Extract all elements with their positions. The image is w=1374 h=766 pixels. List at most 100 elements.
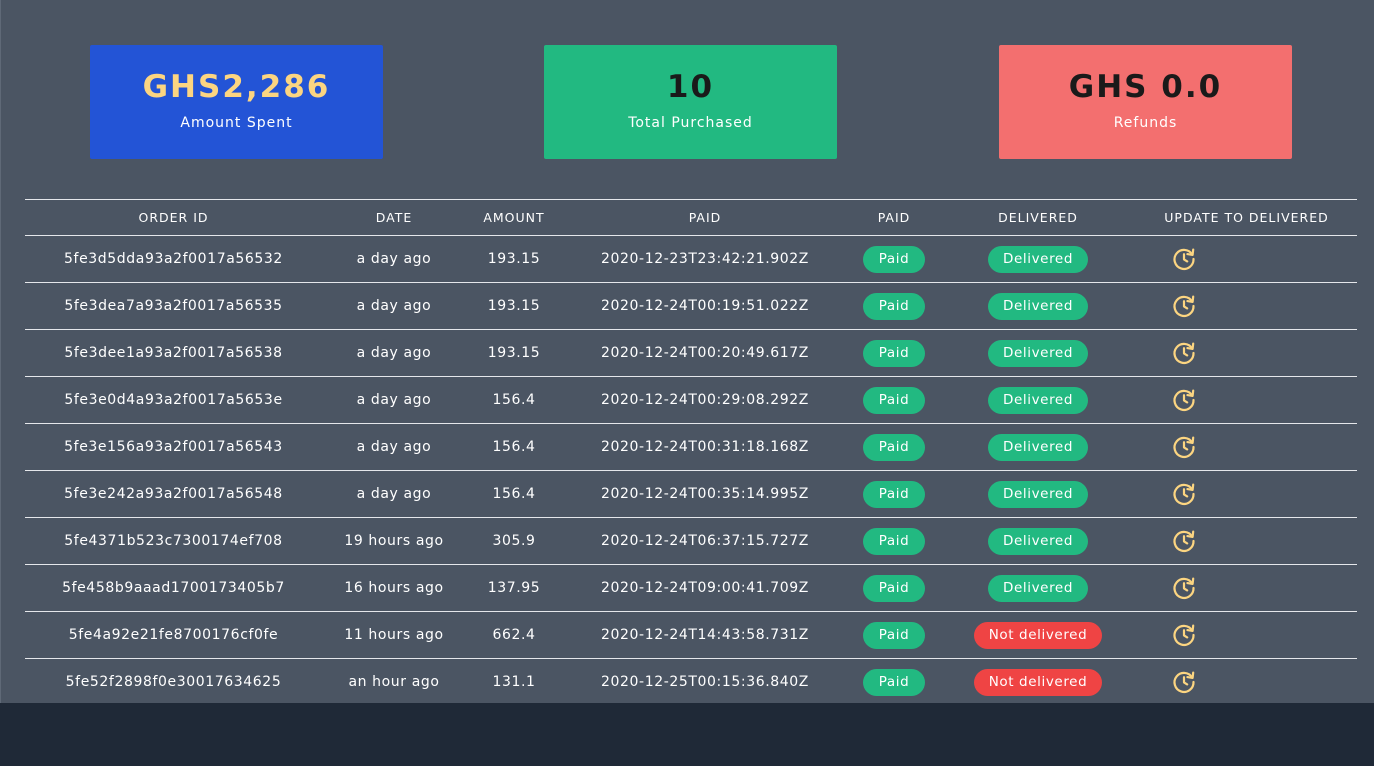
- amount-cell: 156.4: [492, 486, 536, 502]
- table-row: 5fe4371b523c7300174ef708 19 hours ago 305.…: [25, 518, 1357, 565]
- paid-at-cell: 2020-12-24T00:29:08.292Z: [601, 392, 809, 408]
- amount-spent-card: GHS2,286 Amount Spent: [90, 45, 383, 159]
- delivered-status-cell: Delivered: [940, 424, 1136, 471]
- order-id-cell: 5fe4a92e21fe8700176cf0fe: [68, 627, 279, 643]
- date-cell: a day ago: [356, 251, 432, 267]
- paid-at-cell: 2020-12-24T00:31:18.168Z: [601, 439, 809, 455]
- delivered-status-cell: Delivered: [940, 565, 1136, 612]
- refresh-clock-icon[interactable]: [1171, 434, 1197, 460]
- date-cell: 11 hours ago: [344, 627, 444, 643]
- order-id-cell: 5fe3d5dda93a2f0017a56532: [64, 251, 283, 267]
- paid-badge: Paid: [862, 668, 926, 696]
- paid-at-cell: 2020-12-24T14:43:58.731Z: [601, 627, 809, 643]
- order-id-cell: 5fe3dee1a93a2f0017a56538: [64, 345, 283, 361]
- delivered-status-cell: Delivered: [940, 518, 1136, 565]
- not-delivered-badge: Not delivered: [973, 668, 1103, 696]
- paid-at-cell: 2020-12-24T00:35:14.995Z: [601, 486, 809, 502]
- order-id-cell: 5fe4371b523c7300174ef708: [64, 533, 283, 549]
- amount-spent-label: Amount Spent: [180, 115, 293, 131]
- date-cell: 16 hours ago: [344, 580, 444, 596]
- paid-status-cell: Paid: [848, 424, 940, 471]
- refresh-clock-icon[interactable]: [1171, 387, 1197, 413]
- amount-cell: 193.15: [487, 345, 541, 361]
- refresh-clock-icon[interactable]: [1171, 481, 1197, 507]
- paid-at-cell: 2020-12-25T00:15:36.840Z: [601, 674, 809, 691]
- main-panel: GHS2,286 Amount Spent 10 Total Purchased…: [0, 0, 1374, 703]
- paid-badge: Paid: [862, 480, 926, 508]
- refresh-clock-icon[interactable]: [1171, 622, 1197, 648]
- footer-area: [0, 703, 1374, 766]
- refresh-clock-icon[interactable]: [1171, 246, 1197, 272]
- table-row: 5fe3dee1a93a2f0017a56538 a day ago 193.15 2…: [25, 330, 1357, 377]
- paid-status-cell: Paid: [848, 330, 940, 377]
- order-id-cell: 5fe3e0d4a93a2f0017a5653e: [64, 392, 283, 408]
- table-row: 5fe3dea7a93a2f0017a56535 a day ago 193.15 2…: [25, 283, 1357, 330]
- delivered-badge: Delivered: [987, 527, 1089, 555]
- table-row: 5fe4a92e21fe8700176cf0fe 11 hours ago 662.…: [25, 612, 1357, 659]
- paid-status-cell: Paid: [848, 283, 940, 330]
- update-cell: [1136, 659, 1357, 706]
- amount-cell: 193.15: [487, 251, 541, 267]
- not-delivered-badge: Not delivered: [973, 621, 1103, 649]
- date-cell: a day ago: [356, 345, 432, 361]
- order-id-cell: 5fe3dea7a93a2f0017a56535: [64, 298, 283, 314]
- order-id-cell: 5fe3e156a93a2f0017a56543: [64, 439, 283, 455]
- order-id-cell: 5fe52f2898f0e30017634625: [65, 674, 282, 691]
- update-cell: [1136, 424, 1357, 471]
- amount-cell: 131.1: [492, 674, 536, 691]
- paid-badge: Paid: [862, 621, 926, 649]
- amount-cell: 156.4: [492, 439, 536, 455]
- table-row: 5fe3e242a93a2f0017a56548 a day ago 156.4 20…: [25, 471, 1357, 518]
- update-cell: [1136, 330, 1357, 377]
- date-cell: a day ago: [356, 439, 432, 455]
- table-row: 5fe458b9aaad1700173405b7 16 hours ago 137.…: [25, 565, 1357, 612]
- refresh-clock-icon[interactable]: [1171, 575, 1197, 601]
- update-cell: [1136, 377, 1357, 424]
- amount-cell: 156.4: [492, 392, 536, 408]
- delivered-badge: Delivered: [987, 574, 1089, 602]
- paid-badge: Paid: [862, 527, 926, 555]
- date-cell: a day ago: [356, 486, 432, 502]
- total-purchased-value: 10: [666, 69, 715, 105]
- paid-at-cell: 2020-12-24T09:00:41.709Z: [601, 580, 809, 596]
- delivered-badge: Delivered: [987, 245, 1089, 273]
- header-delivered: DELIVERED: [998, 210, 1078, 225]
- delivered-badge: Delivered: [987, 386, 1089, 414]
- delivered-badge: Delivered: [987, 339, 1089, 367]
- header-paid-status: PAID: [877, 210, 911, 225]
- paid-badge: Paid: [862, 386, 926, 414]
- header-amount: AMOUNT: [483, 210, 545, 225]
- header-update-to-delivered: UPDATE TO DELIVERED: [1164, 210, 1329, 225]
- delivered-status-cell: Delivered: [940, 330, 1136, 377]
- update-cell: [1136, 471, 1357, 518]
- paid-status-cell: Paid: [848, 377, 940, 424]
- paid-badge: Paid: [862, 433, 926, 461]
- amount-spent-value: GHS2,286: [142, 69, 331, 105]
- amount-cell: 193.15: [487, 298, 541, 314]
- table-row: 5fe3e0d4a93a2f0017a5653e a day ago 156.4 20…: [25, 377, 1357, 424]
- refresh-clock-icon[interactable]: [1171, 669, 1197, 695]
- delivered-status-cell: Not delivered: [940, 612, 1136, 659]
- date-cell: 19 hours ago: [344, 533, 444, 549]
- header-paid-at: PAID: [688, 210, 722, 225]
- refunds-card: GHS 0.0 Refunds: [999, 45, 1292, 159]
- delivered-status-cell: Not delivered: [940, 659, 1136, 706]
- paid-status-cell: Paid: [848, 236, 940, 283]
- refresh-clock-icon[interactable]: [1171, 340, 1197, 366]
- amount-cell: 305.9: [492, 533, 536, 549]
- delivered-status-cell: Delivered: [940, 471, 1136, 518]
- order-id-cell: 5fe3e242a93a2f0017a56548: [64, 486, 283, 502]
- paid-status-cell: Paid: [848, 565, 940, 612]
- date-cell: an hour ago: [348, 674, 440, 691]
- table-row: 5fe3e156a93a2f0017a56543 a day ago 156.4 20…: [25, 424, 1357, 471]
- update-cell: [1136, 283, 1357, 330]
- delivered-status-cell: Delivered: [940, 283, 1136, 330]
- update-cell: [1136, 518, 1357, 565]
- paid-status-cell: Paid: [848, 471, 940, 518]
- paid-badge: Paid: [862, 292, 926, 320]
- refresh-clock-icon[interactable]: [1171, 293, 1197, 319]
- table-row: 5fe3d5dda93a2f0017a56532 a day ago 193.15 2…: [25, 236, 1357, 283]
- total-purchased-label: Total Purchased: [628, 115, 753, 131]
- refresh-clock-icon[interactable]: [1171, 528, 1197, 554]
- paid-status-cell: Paid: [848, 659, 940, 706]
